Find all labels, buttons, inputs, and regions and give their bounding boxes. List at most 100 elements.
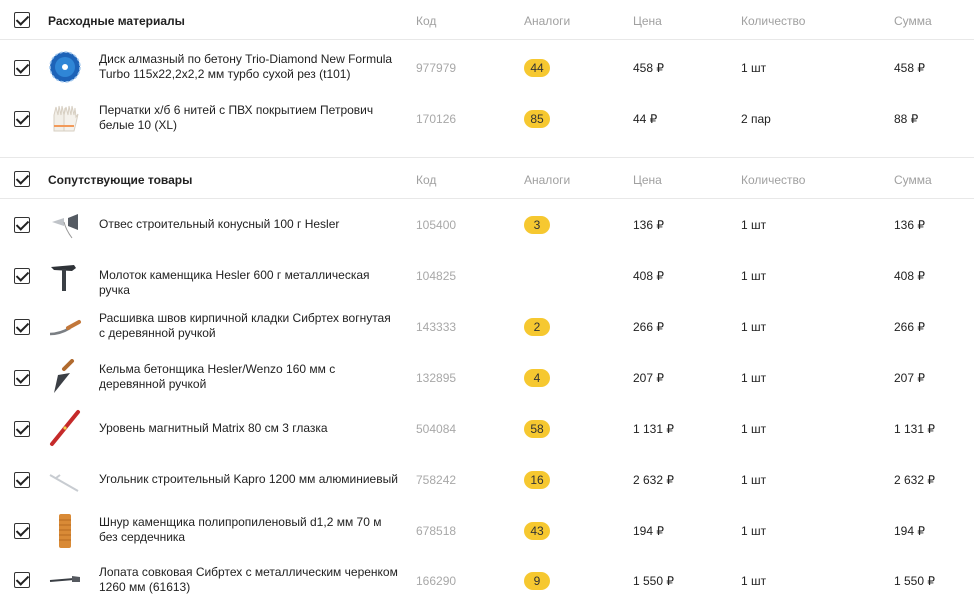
- item-name[interactable]: Кельма бетонщика Hesler/Wenzo 160 мм с д…: [99, 362, 399, 392]
- plumb-bob-icon: [52, 214, 78, 239]
- table-row: Отвес строительный конусный 100 г Hesler…: [0, 200, 974, 250]
- row-select-checkbox[interactable]: [14, 111, 30, 127]
- item-code: 132895: [416, 371, 457, 385]
- row-select-checkbox[interactable]: [14, 268, 30, 284]
- section-title: Расходные материалы: [48, 14, 185, 28]
- analogs-badge[interactable]: 58: [524, 420, 550, 438]
- row-select-checkbox[interactable]: [14, 472, 30, 488]
- analogs-badge[interactable]: 9: [524, 572, 550, 590]
- item-sum: 408 ₽: [894, 269, 925, 283]
- row-select-checkbox[interactable]: [14, 370, 30, 386]
- analogs-badge[interactable]: 2: [524, 318, 550, 336]
- item-sum: 194 ₽: [894, 524, 925, 538]
- section-title: Сопутствующие товары: [48, 173, 193, 187]
- item-price: 1 131 ₽: [633, 422, 674, 436]
- column-header-price: Цена: [633, 14, 662, 28]
- item-sum: 458 ₽: [894, 61, 925, 75]
- analogs-badge[interactable]: 3: [524, 216, 550, 234]
- shovel-icon: [49, 576, 80, 582]
- item-qty[interactable]: 1 шт: [741, 218, 766, 232]
- row-select-checkbox[interactable]: [14, 60, 30, 76]
- row-select-checkbox[interactable]: [14, 217, 30, 233]
- item-qty[interactable]: 2 пар: [741, 112, 771, 126]
- item-name[interactable]: Шнур каменщика полипропиленовый d1,2 мм …: [99, 515, 399, 545]
- row-select-checkbox[interactable]: [14, 523, 30, 539]
- item-name[interactable]: Молоток каменщика Hesler 600 г металличе…: [99, 268, 399, 298]
- table-row: Расшивка швов кирпичной кладки Сибртех в…: [0, 302, 974, 352]
- item-code: 977979: [416, 61, 457, 75]
- column-header-analogs: Аналоги: [524, 14, 571, 28]
- section-header-related: Сопутствующие товары Код Аналоги Цена Ко…: [0, 157, 974, 199]
- item-price: 207 ₽: [633, 371, 664, 385]
- column-header-price: Цена: [633, 173, 662, 187]
- trowel-icon: [54, 359, 74, 393]
- item-name[interactable]: Лопата совковая Сибртех с металлическим …: [99, 565, 399, 595]
- item-price: 266 ₽: [633, 320, 664, 334]
- table-row: Кельма бетонщика Hesler/Wenzo 160 мм с д…: [0, 353, 974, 403]
- item-sum: 1 131 ₽: [894, 422, 935, 436]
- table-row: Угольник строительный Kapro 1200 мм алюм…: [0, 455, 974, 505]
- table-row: Молоток каменщика Hesler 600 г металличе…: [0, 251, 974, 301]
- item-price: 458 ₽: [633, 61, 664, 75]
- section-select-checkbox[interactable]: [14, 12, 30, 28]
- column-header-code: Код: [416, 173, 437, 187]
- row-select-checkbox[interactable]: [14, 319, 30, 335]
- item-sum: 1 550 ₽: [894, 574, 935, 588]
- column-header-sum: Сумма: [894, 14, 932, 28]
- item-qty[interactable]: 1 шт: [741, 473, 766, 487]
- analogs-badge[interactable]: 85: [524, 110, 550, 128]
- column-header-qty: Количество: [741, 14, 806, 28]
- item-price: 44 ₽: [633, 112, 658, 126]
- item-sum: 2 632 ₽: [894, 473, 935, 487]
- item-name[interactable]: Расшивка швов кирпичной кладки Сибртех в…: [99, 311, 399, 341]
- square-ruler-icon: [49, 474, 79, 492]
- item-qty[interactable]: 1 шт: [741, 371, 766, 385]
- section-select-checkbox[interactable]: [14, 171, 30, 187]
- item-qty[interactable]: 1 шт: [741, 422, 766, 436]
- item-name[interactable]: Уровень магнитный Matrix 80 см 3 глазка: [99, 421, 399, 436]
- cord-spool-icon: [59, 514, 71, 548]
- item-code: 105400: [416, 218, 457, 232]
- table-row: Диск алмазный по бетону Trio-Diamond New…: [0, 42, 974, 92]
- row-select-checkbox[interactable]: [14, 421, 30, 437]
- column-header-qty: Количество: [741, 173, 806, 187]
- item-code: 678518: [416, 524, 457, 538]
- item-price: 1 550 ₽: [633, 574, 674, 588]
- item-qty[interactable]: 1 шт: [741, 524, 766, 538]
- table-row: Перчатки х/б 6 нитей с ПВХ покрытием Пет…: [0, 93, 974, 143]
- item-sum: 136 ₽: [894, 218, 925, 232]
- item-name[interactable]: Диск алмазный по бетону Trio-Diamond New…: [99, 52, 399, 82]
- hammer-icon: [51, 265, 76, 291]
- item-qty[interactable]: 1 шт: [741, 320, 766, 334]
- item-code: 170126: [416, 112, 457, 126]
- column-header-analogs: Аналоги: [524, 173, 571, 187]
- analogs-badge[interactable]: 4: [524, 369, 550, 387]
- item-qty[interactable]: 1 шт: [741, 61, 766, 75]
- item-qty[interactable]: 1 шт: [741, 269, 766, 283]
- item-name[interactable]: Угольник строительный Kapro 1200 мм алюм…: [99, 472, 399, 487]
- item-sum: 88 ₽: [894, 112, 919, 126]
- gloves-icon: [53, 105, 79, 132]
- table-row: Уровень магнитный Matrix 80 см 3 глазка …: [0, 404, 974, 454]
- column-header-sum: Сумма: [894, 173, 932, 187]
- item-code: 143333: [416, 320, 457, 334]
- item-name[interactable]: Перчатки х/б 6 нитей с ПВХ покрытием Пет…: [99, 103, 399, 133]
- item-price: 2 632 ₽: [633, 473, 674, 487]
- analogs-badge[interactable]: 16: [524, 471, 550, 489]
- item-price: 408 ₽: [633, 269, 664, 283]
- item-price: 194 ₽: [633, 524, 664, 538]
- analogs-badge[interactable]: 43: [524, 522, 550, 540]
- level-icon: [50, 410, 80, 446]
- section-header-consumables: Расходные материалы Код Аналоги Цена Кол…: [0, 0, 974, 40]
- column-header-code: Код: [416, 14, 437, 28]
- item-code: 758242: [416, 473, 457, 487]
- item-name[interactable]: Отвес строительный конусный 100 г Hesler: [99, 217, 399, 232]
- item-sum: 207 ₽: [894, 371, 925, 385]
- item-code: 504084: [416, 422, 457, 436]
- table-row: Лопата совковая Сибртех с металлическим …: [0, 557, 974, 607]
- row-select-checkbox[interactable]: [14, 572, 30, 588]
- item-qty[interactable]: 1 шт: [741, 574, 766, 588]
- item-code: 104825: [416, 269, 457, 283]
- table-row: Шнур каменщика полипропиленовый d1,2 мм …: [0, 506, 974, 556]
- analogs-badge[interactable]: 44: [524, 59, 550, 77]
